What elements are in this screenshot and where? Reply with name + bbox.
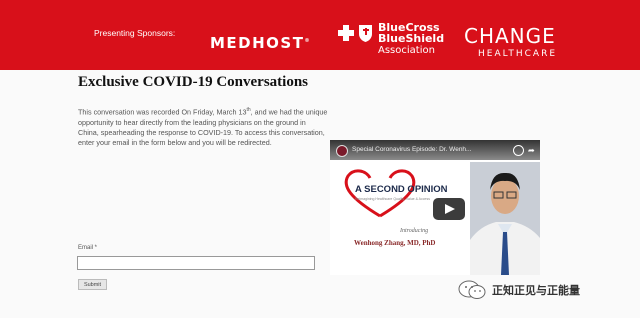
show-heading: A SECOND OPINION: [355, 184, 448, 195]
video-title[interactable]: Special Coronavirus Episode: Dr. Wenh...: [352, 146, 471, 153]
bcbs-association-label: Association: [378, 45, 435, 56]
sponsor-banner: Presenting Sponsors: MEDHOST® BlueCross …: [0, 0, 640, 70]
change-logo-sub: HEALTHCARE: [478, 49, 558, 59]
introducing-label: Introducing: [400, 228, 429, 234]
change-logo-main: CHANGE: [464, 24, 556, 48]
video-embed[interactable]: A SECOND OPINION Reimagining Healthcare …: [330, 140, 540, 275]
channel-avatar-icon[interactable]: [336, 145, 348, 157]
medhost-logo-text: MEDHOST: [210, 34, 305, 52]
email-label: Email *: [78, 245, 98, 251]
play-button[interactable]: [433, 198, 465, 220]
share-icon[interactable]: ➦: [528, 146, 535, 155]
speaker-portrait: [470, 162, 540, 275]
medhost-logo[interactable]: MEDHOST®: [210, 34, 311, 52]
show-tagline: Reimagining Healthcare Quality, Value & …: [355, 197, 430, 201]
page-title: Exclusive COVID-19 Conversations: [78, 74, 309, 90]
speaker-name: Wenhong Zhang, MD, PhD: [354, 239, 436, 247]
trademark-symbol: ®: [304, 38, 311, 44]
bcbs-cross-shield-icon: [338, 25, 372, 42]
watermark-text: 正知正见与正能量: [492, 284, 580, 297]
intro-paragraph: This conversation was recorded On Friday…: [78, 105, 328, 149]
sponsors-label: Presenting Sponsors:: [94, 28, 176, 38]
wechat-icon: [458, 280, 486, 299]
submit-button[interactable]: Submit: [78, 279, 107, 290]
video-title-bar: Special Coronavirus Episode: Dr. Wenh...…: [330, 140, 540, 160]
intro-text-start: This conversation was recorded On Friday…: [78, 107, 247, 117]
change-healthcare-logo[interactable]: CHANGE HEALTHCARE: [464, 24, 557, 59]
watch-later-icon[interactable]: [513, 145, 524, 156]
email-field[interactable]: [77, 256, 315, 270]
